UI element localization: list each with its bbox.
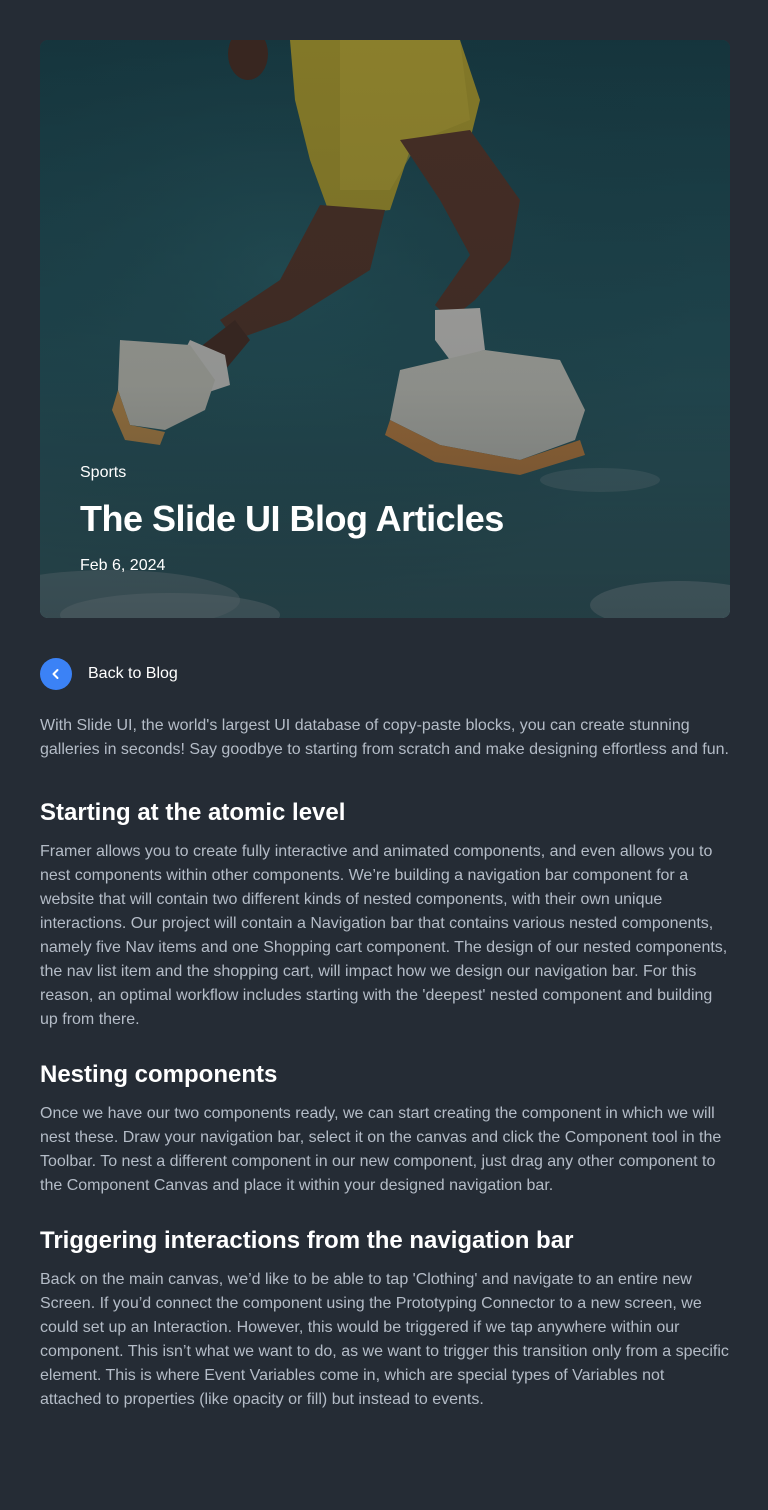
section-heading: Nesting components — [40, 1061, 278, 1088]
hero-image-card: Sports The Slide UI Blog Articles Feb 6,… — [40, 40, 730, 618]
article-intro: With Slide UI, the world's largest UI da… — [40, 717, 729, 758]
article-title: The Slide UI Blog Articles — [80, 498, 504, 539]
section-body: Once we have our two components ready, w… — [40, 1105, 722, 1194]
section-heading: Triggering interactions from the navigat… — [40, 1227, 574, 1254]
chevron-left-icon — [52, 669, 59, 679]
article-category[interactable]: Sports — [80, 464, 126, 482]
section-body: Back on the main canvas, we’d like to be… — [40, 1271, 729, 1408]
article-date: Feb 6, 2024 — [80, 557, 166, 574]
article-body: With Slide UI, the world's largest UI da… — [40, 714, 730, 1412]
section-body: Framer allows you to create fully intera… — [40, 843, 728, 1028]
back-to-blog-link[interactable]: Back to Blog — [40, 658, 178, 690]
back-to-blog-label[interactable]: Back to Blog — [88, 665, 178, 683]
section-heading: Starting at the atomic level — [40, 799, 346, 826]
blog-article-page: { "hero": { "category": "Sports", "title… — [0, 0, 768, 1510]
back-button-circle[interactable] — [40, 658, 72, 690]
